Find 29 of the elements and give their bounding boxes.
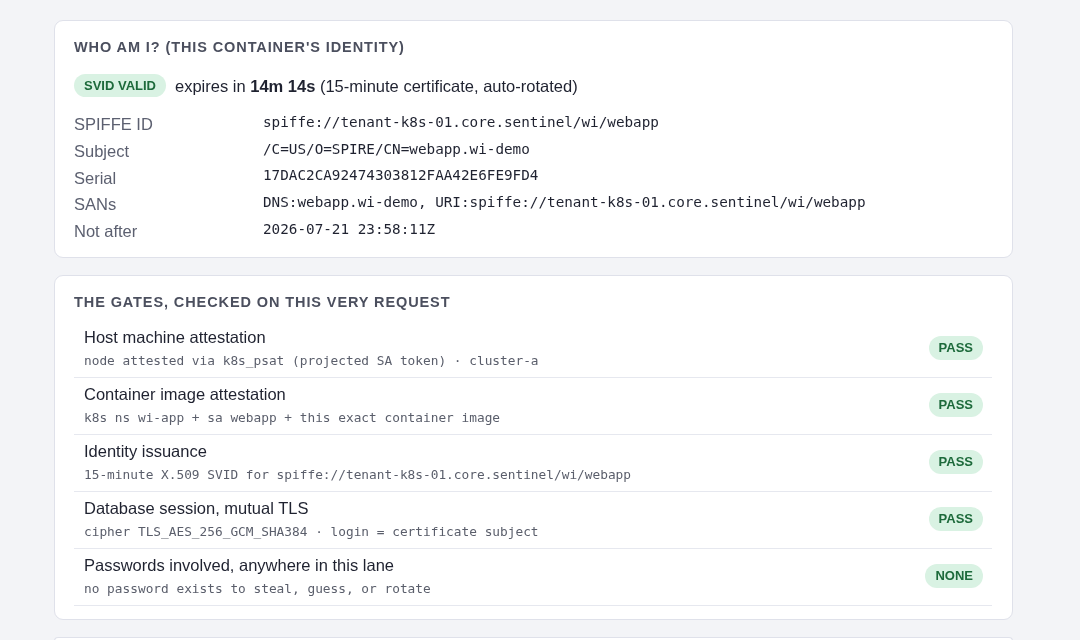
gate-detail: node attested via k8s_psat (projected SA token) · cluster-a	[84, 352, 539, 371]
card-title: WHO AM I? (THIS CONTAINER'S IDENTITY)	[74, 38, 405, 56]
gate-detail: cipher TLS_AES_256_GCM_SHA384 · login = certificate subject	[84, 523, 539, 542]
field-label: Subject	[74, 141, 131, 163]
status-badge: NONE	[925, 564, 983, 589]
gate-name: Passwords involved, anywhere in this lane	[84, 555, 394, 577]
expiry-text: expires in 14m 14s (15-minute certificate, auto-rotated)	[175, 75, 578, 97]
field-label: Not after	[74, 221, 139, 243]
gate-detail: no password exists to steal, guess, or rotate	[84, 580, 431, 599]
gate-name: Container image attestation	[84, 384, 286, 406]
gate-name: Database session, mutual TLS	[84, 498, 309, 520]
gate-name: Host machine attestation	[84, 327, 266, 349]
field-label: SANs	[74, 194, 118, 216]
field-value: 17DAC2CA92474303812FAA42E6FE9FD4	[263, 166, 539, 186]
field-value: 2026-07-21 23:58:11Z	[263, 219, 436, 239]
gate-detail: k8s ns wi-app + sa webapp + this exact container image	[84, 409, 501, 428]
status-badge: PASS	[928, 336, 983, 361]
field-value: DNS:webapp.wi-demo, URI:spiffe://tenant-k8s-01.core.sentinel/wi/webapp	[263, 192, 866, 212]
field-label: Serial	[74, 167, 118, 189]
status-badge: SVID VALID	[74, 74, 166, 97]
field-value: /C=US/O=SPIRE/CN=webapp.wi-demo	[263, 139, 530, 159]
gate-name: Identity issuance	[84, 441, 207, 463]
field-value: spiffe://tenant-k8s-01.core.sentinel/wi/webapp	[263, 112, 659, 132]
status-badge: PASS	[928, 450, 983, 475]
field-label: SPIFFE ID	[74, 114, 154, 136]
status-badge: PASS	[928, 393, 983, 418]
gate-detail: 15-minute X.509 SVID for spiffe://tenant-k8s-01.core.sentinel/wi/webapp	[84, 466, 631, 485]
status-badge: PASS	[928, 507, 983, 532]
card-title: THE GATES, CHECKED ON THIS VERY REQUEST	[74, 293, 451, 312]
